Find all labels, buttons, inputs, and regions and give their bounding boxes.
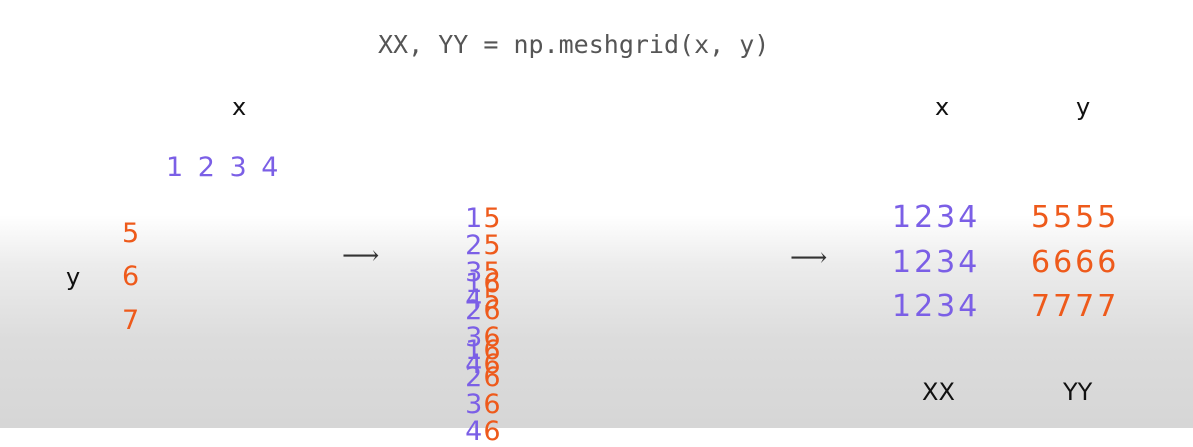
pair-y-digit: 6 bbox=[483, 362, 502, 393]
yy-row: 5555 bbox=[1031, 200, 1120, 235]
xx-row: 1234 bbox=[892, 289, 981, 324]
pair-x-digit: 1 bbox=[465, 268, 484, 299]
xx-row: 1234 bbox=[892, 200, 981, 235]
pair-y-digit: 6 bbox=[483, 389, 502, 420]
yy-label: YY bbox=[1063, 378, 1093, 406]
yy-row: 6666 bbox=[1031, 245, 1120, 280]
pair-y-digit: 6 bbox=[483, 335, 502, 366]
xx-row: 1234 bbox=[892, 245, 981, 280]
xx-label: XX bbox=[922, 378, 955, 406]
pair-y-digit: 6 bbox=[483, 268, 502, 299]
formula-title: XX, YY = np.meshgrid(x, y) bbox=[378, 30, 770, 59]
output-y-header: y bbox=[1076, 93, 1091, 121]
input-y-value: 5 bbox=[122, 218, 141, 249]
pair-x-digit: 4 bbox=[465, 416, 484, 447]
input-x-label: x bbox=[232, 93, 247, 121]
pair-row: 16 26 36 46 bbox=[446, 310, 512, 445]
input-y-label: y bbox=[66, 263, 81, 291]
input-y-value: 7 bbox=[122, 305, 141, 336]
output-x-header: x bbox=[935, 93, 950, 121]
pair-x-digit: 2 bbox=[465, 362, 484, 393]
pair-x-digit: 1 bbox=[465, 203, 484, 234]
pair-y-digit: 6 bbox=[483, 416, 502, 447]
pair-y-digit: 5 bbox=[483, 203, 502, 234]
pair-x-digit: 3 bbox=[465, 389, 484, 420]
pair-x-digit: 1 bbox=[465, 335, 484, 366]
arrow-right-icon: ⟶ bbox=[342, 241, 380, 271]
yy-row: 7777 bbox=[1031, 289, 1120, 324]
input-y-value: 6 bbox=[122, 261, 141, 292]
arrow-right-icon: ⟶ bbox=[790, 243, 828, 273]
input-x-values: 1 2 3 4 bbox=[166, 152, 280, 183]
